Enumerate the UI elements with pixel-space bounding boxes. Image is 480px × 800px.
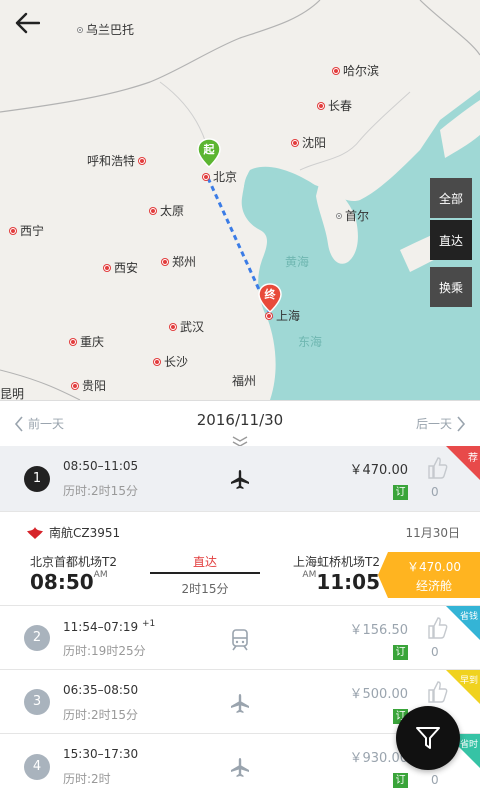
route-map[interactable]: 乌兰巴托 哈尔滨 长春 沈阳 呼和浩特 北京 太原 首尔 西宁 西安 郑州 武汉… <box>0 0 480 400</box>
route-duration: 历时:2时 <box>63 772 111 786</box>
city-zhengzhou: 郑州 <box>162 253 196 270</box>
city-wulanbatuo: 乌兰巴托 <box>78 21 134 38</box>
map-filter-group: 全部 直达 换乘 <box>430 178 472 307</box>
city-beijing: 北京 <box>203 168 237 185</box>
sea-label-huanghai: 黄海 <box>285 255 310 269</box>
book-button[interactable]: 订 <box>393 485 408 500</box>
route-duration: 历时:2时15分 <box>63 708 138 722</box>
flight-line <box>150 572 260 574</box>
route-index: 3 <box>24 689 50 715</box>
route-price: ￥470.00 <box>349 463 409 478</box>
flight-detail-card[interactable]: 南航CZ3951 11月30日 北京首都机场T2 08:50AM 直达 2时15… <box>0 512 480 606</box>
route-times: 11:54–07:19 +1 <box>63 619 156 634</box>
departure-time: 08:50AM <box>30 570 108 594</box>
city-changchun: 长春 <box>318 97 352 114</box>
city-shenyang: 沈阳 <box>292 134 326 151</box>
filter-all-button[interactable]: 全部 <box>430 178 472 218</box>
city-guiyang: 贵阳 <box>72 377 106 394</box>
route-times: 08:50–11:05 <box>63 459 139 473</box>
next-day-label: 后一天 <box>415 417 452 431</box>
filter-transfer-button[interactable]: 换乘 <box>430 267 472 307</box>
thumbs-up-icon[interactable] <box>426 616 448 640</box>
route-index: 2 <box>24 625 50 651</box>
chevron-right-icon <box>457 415 466 432</box>
route-price: ￥156.50 <box>349 623 409 638</box>
city-huhehaote: 呼和浩特 <box>87 152 146 169</box>
cheapest-label: 省钱 <box>459 612 478 622</box>
origin-pin: 起 <box>197 138 221 168</box>
early-arrival-label: 早到 <box>459 676 478 686</box>
city-kunming: 昆明 <box>0 387 25 400</box>
book-button[interactable]: 订 <box>393 645 408 660</box>
city-changsha: 长沙 <box>154 353 188 370</box>
direct-label: 直达 <box>192 555 217 569</box>
departure-airport: 北京首都机场T2 <box>30 555 117 569</box>
route-duration: 历时:19时25分 <box>63 644 146 658</box>
train-icon <box>232 629 248 651</box>
city-wuhan: 武汉 <box>170 318 204 335</box>
flight-date: 11月30日 <box>405 526 460 540</box>
flight-duration: 2时15分 <box>181 582 229 596</box>
plane-icon <box>231 694 249 713</box>
like-count: 0 <box>431 773 439 787</box>
route-index: 1 <box>24 466 50 492</box>
route-times: 06:35–08:50 <box>63 683 139 697</box>
thumbs-up-icon[interactable] <box>426 456 448 480</box>
filter-fab-button[interactable] <box>396 706 460 770</box>
route-duration: 历时:2时15分 <box>63 484 138 498</box>
plane-icon <box>231 758 249 777</box>
city-fuzhou: 福州 <box>232 374 257 388</box>
route-row-1[interactable]: 1 08:50–11:05 历时:2时15分 ￥470.00 订 0 荐 <box>0 446 480 512</box>
next-day-button[interactable]: 后一天 <box>416 415 466 432</box>
back-arrow-icon <box>15 12 40 34</box>
destination-pin: 终 <box>258 283 282 313</box>
city-shouer: 首尔 <box>337 207 369 224</box>
book-button[interactable]: 订 <box>393 773 408 788</box>
thumbs-up-icon[interactable] <box>426 680 448 704</box>
china-southern-logo-icon <box>27 526 43 539</box>
route-price: ￥500.00 <box>349 687 409 702</box>
like-count: 0 <box>431 645 439 659</box>
arrival-airport: 上海虹桥机场T2 <box>293 555 380 569</box>
filter-funnel-icon <box>416 727 440 749</box>
city-xian: 西安 <box>104 259 138 276</box>
like-count: 0 <box>431 485 439 499</box>
city-taiyuan: 太原 <box>150 202 184 219</box>
city-haerbin: 哈尔滨 <box>333 62 379 79</box>
city-xining: 西宁 <box>10 222 44 239</box>
sea-label-donghai: 东海 <box>298 335 323 349</box>
plane-icon <box>231 470 249 489</box>
back-button[interactable] <box>14 12 46 44</box>
price-tag[interactable]: ￥470.00 经济舱 <box>378 552 480 598</box>
time-saving-label: 省时 <box>459 740 478 750</box>
city-chongqing: 重庆 <box>70 333 104 350</box>
route-times: 15:30–17:30 <box>63 747 139 761</box>
route-row-2[interactable]: 2 11:54–07:19 +1 历时:19时25分 ￥156.50 订 0 省… <box>0 606 480 670</box>
current-date: 2016/11/30 <box>196 411 284 429</box>
airline-info: 南航CZ3951 <box>26 524 120 541</box>
recommended-label: 荐 <box>468 453 478 464</box>
date-bar: 前一天 2016/11/30 后一天 <box>0 400 480 447</box>
filter-direct-button[interactable]: 直达 <box>430 220 472 260</box>
route-index: 4 <box>24 754 50 780</box>
arrival-time: AM11:05 <box>302 570 380 594</box>
